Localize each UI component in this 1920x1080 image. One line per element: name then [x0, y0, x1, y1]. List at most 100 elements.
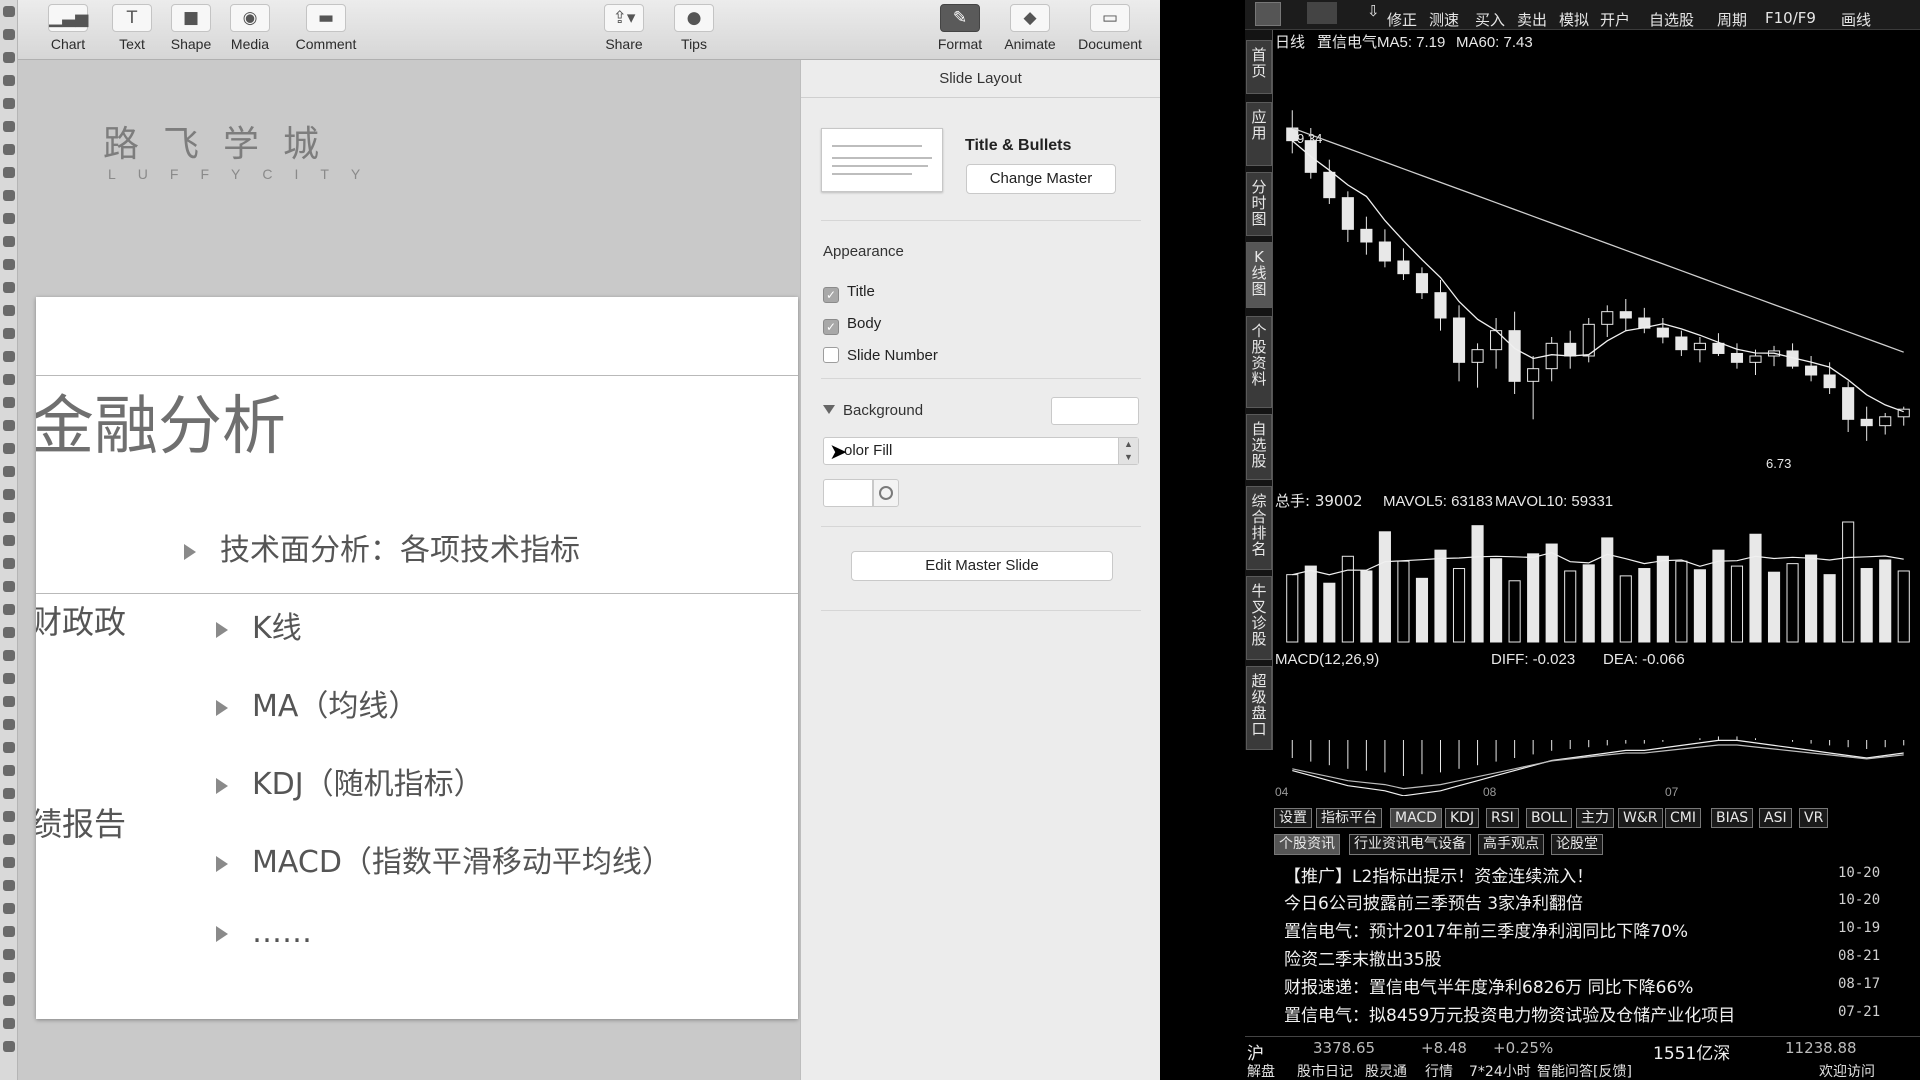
news-item[interactable]: 险资二季末撤出35股 — [1284, 945, 1442, 970]
desktop-icon[interactable] — [3, 167, 15, 178]
desktop-icon[interactable] — [3, 52, 15, 63]
bottom-link[interactable]: 欢迎访问 — [1819, 1061, 1875, 1080]
format-button[interactable]: ✎ Format — [924, 0, 996, 60]
back-icon[interactable] — [1307, 2, 1337, 24]
sidebar-tab-diagnosis[interactable]: 牛叉诊股 — [1246, 576, 1272, 660]
desktop-icon[interactable] — [3, 213, 15, 224]
desktop-icon[interactable] — [3, 29, 15, 40]
toolbar-item[interactable]: 修正 — [1387, 9, 1417, 30]
master-thumbnail[interactable] — [821, 128, 943, 192]
chart-button[interactable]: ▁▃▅ Chart — [32, 0, 104, 60]
indicator-tab[interactable]: KDJ — [1445, 808, 1480, 828]
desktop-icon[interactable] — [3, 397, 15, 408]
news-item[interactable]: 财报速递：置信电气半年度净利6826万 同比下降66% — [1284, 973, 1693, 998]
desktop-icon[interactable] — [3, 880, 15, 891]
sidebar-tab-apps[interactable]: 应用 — [1246, 102, 1272, 166]
desktop-icon[interactable] — [3, 144, 15, 155]
desktop-icon[interactable] — [3, 581, 15, 592]
toolbar-item[interactable]: F10/F9 — [1765, 9, 1816, 27]
desktop-icon[interactable] — [3, 788, 15, 799]
desktop-icon[interactable] — [3, 673, 15, 684]
sidebar-tab-superquote[interactable]: 超级盘口 — [1246, 666, 1272, 750]
indicator-tab[interactable]: VR — [1799, 808, 1829, 828]
desktop-icon[interactable] — [3, 98, 15, 109]
sidebar-tab-timeshare[interactable]: 分时图 — [1246, 172, 1272, 236]
slide-canvas[interactable]: 路飞学城 LUFFYCITY 金融分析 财政政 绩报告 技术面分析：各项技术指标… — [18, 60, 800, 1080]
bottom-link[interactable]: 解盘 — [1247, 1061, 1275, 1080]
toolbar-item[interactable]: 自选股 — [1649, 9, 1694, 30]
animate-button[interactable]: ◆ Animate — [994, 0, 1066, 60]
sidebar-tab-watchlist[interactable]: 自选股 — [1246, 414, 1272, 480]
desktop-icon[interactable] — [3, 535, 15, 546]
news-item[interactable]: 置信电气：预计2017年前三季度净利润同比下降70% — [1284, 917, 1688, 942]
desktop-icon[interactable] — [3, 604, 15, 615]
bullet-item[interactable]: …… — [216, 915, 312, 950]
desktop-icon[interactable] — [3, 328, 15, 339]
desktop-icon[interactable] — [3, 6, 15, 17]
body-checkbox[interactable]: ✓ Body — [823, 315, 881, 335]
bullet-item[interactable]: K线 — [216, 603, 302, 647]
sidebar-tab-profile[interactable]: 个股资料 — [1246, 316, 1272, 408]
desktop-icon[interactable] — [3, 374, 15, 385]
desktop-icon[interactable] — [3, 351, 15, 362]
desktop-icon[interactable] — [3, 558, 15, 569]
bullet-item[interactable]: 技术面分析：各项技术指标 — [184, 525, 580, 569]
toolbar-item[interactable]: 模拟 — [1559, 9, 1589, 30]
kline-chart[interactable]: 日线 置信电气 MA5: 7.19 MA60: 7.43 9.34 6.73 总… — [1273, 30, 1920, 796]
desktop-icon[interactable] — [3, 305, 15, 316]
desktop-icon[interactable] — [3, 811, 15, 822]
indicator-tab[interactable]: 设置 — [1274, 808, 1312, 828]
bottom-link[interactable]: 股灵通 — [1365, 1061, 1407, 1080]
color-well[interactable] — [823, 479, 873, 507]
toolbar-item[interactable]: 买入 — [1475, 9, 1505, 30]
desktop-icon[interactable] — [3, 236, 15, 247]
indicator-tab[interactable]: ASI — [1759, 808, 1792, 828]
desktop-icon[interactable] — [3, 627, 15, 638]
toolbar-item[interactable]: 画线 — [1841, 9, 1871, 30]
background-color-swatch[interactable] — [1051, 397, 1139, 425]
fill-type-select[interactable]: olor Fill ▲ ▼ — [823, 437, 1139, 465]
sidebar-tab-home[interactable]: 首页 — [1246, 40, 1272, 94]
desktop-icon[interactable] — [3, 121, 15, 132]
desktop-icon[interactable] — [3, 903, 15, 914]
desktop-icon[interactable] — [3, 742, 15, 753]
desktop-icon[interactable] — [3, 259, 15, 270]
indicator-tab[interactable]: CMI — [1665, 808, 1701, 828]
toolbar-item[interactable]: 开户 — [1600, 9, 1630, 30]
desktop-icon[interactable] — [3, 857, 15, 868]
desktop-icon[interactable] — [3, 719, 15, 730]
desktop-icon[interactable] — [3, 650, 15, 661]
toolbar-item[interactable]: 周期 — [1717, 9, 1747, 30]
desktop-icon[interactable] — [3, 190, 15, 201]
bottom-link[interactable]: 股市日记 — [1297, 1061, 1353, 1080]
media-button[interactable]: ◉ Media — [214, 0, 286, 60]
tips-button[interactable]: ● Tips — [658, 0, 730, 60]
indicator-tab[interactable]: MACD — [1390, 808, 1442, 828]
toolbar-item[interactable]: 测速 — [1429, 9, 1459, 30]
news-tab[interactable]: 行业资讯电气设备 — [1349, 834, 1471, 855]
share-button[interactable]: ⇪▾ Share — [588, 0, 660, 60]
news-item[interactable]: 置信电气：拟8459万元投资电力物资试验及仓储产业化项目 — [1284, 1001, 1735, 1026]
toolbar-item[interactable]: 卖出 — [1517, 9, 1547, 30]
background-section-toggle[interactable]: Background — [823, 402, 923, 419]
comment-button[interactable]: ▬ Comment — [286, 0, 366, 60]
bullet-item[interactable]: MA（均线） — [216, 681, 418, 725]
down-arrow-icon[interactable]: ⇩ — [1367, 2, 1380, 20]
slide-title[interactable]: 金融分析 — [36, 375, 286, 467]
indicator-tab[interactable]: 主力 — [1576, 808, 1614, 828]
bottom-link[interactable]: 7*24小时 — [1469, 1061, 1531, 1080]
document-button[interactable]: ▭ Document — [1070, 0, 1150, 60]
desktop-icon[interactable] — [3, 696, 15, 707]
news-item[interactable]: 今日6公司披露前三季预告 3家净利翻倍 — [1284, 889, 1583, 914]
desktop-icon[interactable] — [3, 949, 15, 960]
sidebar-tab-ranking[interactable]: 综合排名 — [1246, 486, 1272, 570]
desktop-icon[interactable] — [3, 75, 15, 86]
desktop-icon[interactable] — [3, 1018, 15, 1029]
desktop-icon[interactable] — [3, 765, 15, 776]
desktop-icon[interactable] — [3, 1041, 15, 1052]
desktop-icon[interactable] — [3, 443, 15, 454]
bottom-link[interactable]: 行情 — [1425, 1061, 1453, 1080]
title-checkbox[interactable]: ✓ Title — [823, 283, 875, 303]
indicator-tab[interactable]: RSI — [1486, 808, 1519, 828]
indicator-tab[interactable]: 指标平台 — [1316, 808, 1382, 828]
